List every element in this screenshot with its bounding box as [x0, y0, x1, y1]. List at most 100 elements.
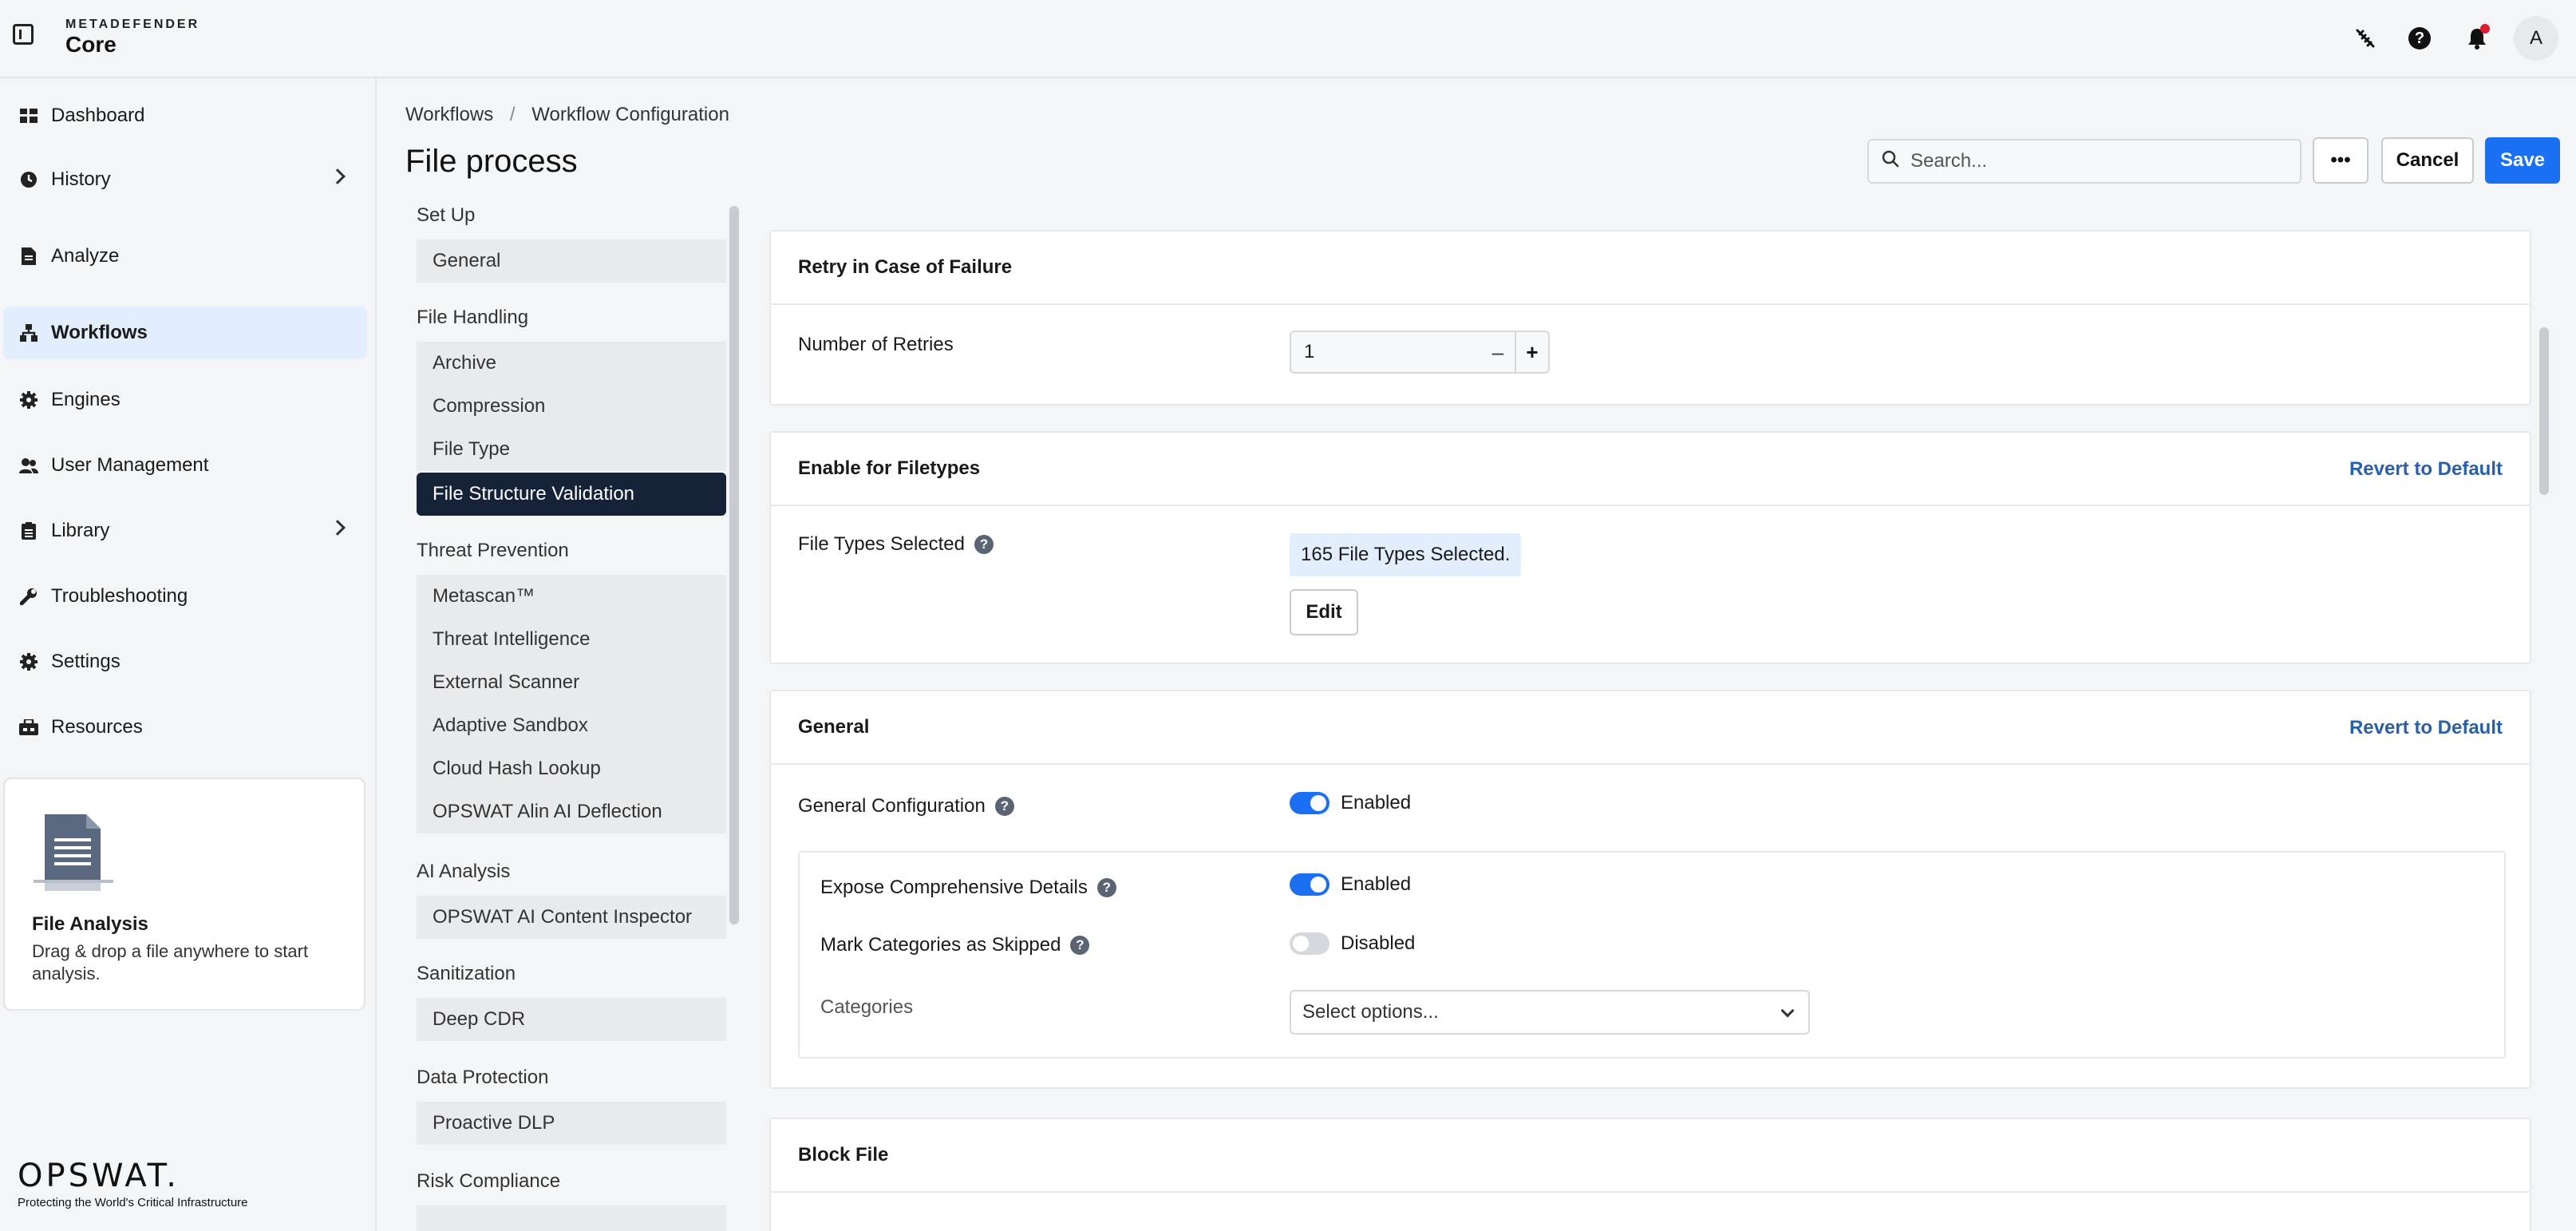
sidebar-item-label: Engines [51, 389, 121, 410]
subnav-item-file-structure-validation[interactable]: File Structure Validation [417, 473, 726, 516]
retry-card-title: Retry in Case of Failure [798, 256, 1013, 278]
block-file-card-header: Block File [771, 1119, 2530, 1193]
sidebar-item-label: User Management [51, 454, 209, 476]
sidebar-item-resources[interactable]: Resources [3, 701, 367, 754]
sidebar: Dashboard History Analyze Workflows Engi… [0, 78, 377, 1231]
subnav-item-archive[interactable]: Archive [417, 342, 726, 385]
sidebar-item-settings[interactable]: Settings [3, 635, 367, 688]
subnav-group-data-protection: Data Protection [417, 1067, 549, 1088]
toggle-switch[interactable] [1290, 932, 1329, 955]
increment-button[interactable]: + [1515, 332, 1548, 372]
sidebar-toggle-icon[interactable] [13, 24, 34, 45]
sidebar-item-engines[interactable]: Engines [3, 374, 367, 426]
workflow-subnav: Set Up General File Handling Archive Com… [405, 198, 741, 1231]
disconnect-icon[interactable] [2349, 22, 2381, 54]
subnav-item-metascan[interactable]: Metascan™ [417, 575, 726, 618]
revert-to-default-link[interactable]: Revert to Default [2349, 458, 2503, 481]
subnav-item-ai-content-inspector[interactable]: OPSWAT AI Content Inspector [417, 896, 726, 939]
sidebar-item-dashboard[interactable]: Dashboard [3, 89, 367, 142]
search-input[interactable] [1910, 150, 2278, 172]
toggle-switch[interactable] [1290, 792, 1329, 814]
breadcrumb: Workflows / Workflow Configuration [405, 104, 741, 126]
categories-text: Categories [820, 996, 914, 1018]
mark-skipped-toggle[interactable]: Disabled [1290, 932, 1415, 955]
page-title: File process [405, 144, 578, 179]
number-of-retries-label: Number of Retries [798, 334, 954, 356]
content-scrollbar[interactable] [2539, 327, 2549, 495]
help-icon[interactable]: ? [1070, 936, 1090, 955]
retries-stepper[interactable]: 1 – + [1290, 331, 1550, 374]
edit-file-types-button[interactable]: Edit [1290, 589, 1358, 635]
gear-icon [19, 652, 38, 671]
general-card-title: General [798, 716, 870, 738]
categories-select[interactable]: Select options... [1290, 990, 1810, 1035]
workflow-icon [19, 323, 38, 342]
more-options-button[interactable]: ••• [2313, 137, 2369, 184]
general-options-box: Expose Comprehensive Details ? Enabled M… [798, 851, 2506, 1059]
subnav-group-risk-compliance: Risk Compliance [417, 1170, 561, 1192]
breadcrumb-workflows[interactable]: Workflows [405, 104, 493, 125]
subnav-item-adaptive-sandbox[interactable]: Adaptive Sandbox [417, 704, 726, 747]
library-icon [19, 521, 38, 540]
resources-icon [19, 718, 38, 737]
avatar[interactable]: A [2514, 16, 2558, 61]
decrement-button[interactable]: – [1481, 332, 1515, 372]
subnav-group-sanitization: Sanitization [417, 963, 516, 984]
subnav-group-file-handling: File Handling [417, 307, 529, 328]
general-configuration-toggle[interactable]: Enabled [1290, 792, 1411, 814]
file-types-count-chip: 165 File Types Selected. [1290, 533, 1522, 576]
subnav-item-proactive-dlp[interactable]: Proactive DLP [417, 1102, 726, 1145]
brand-main: Core [65, 32, 117, 57]
sidebar-item-history[interactable]: History [3, 153, 367, 206]
revert-to-default-link[interactable]: Revert to Default [2349, 717, 2503, 739]
subnav-item-threat-intelligence[interactable]: Threat Intelligence [417, 618, 726, 661]
subnav-item-file-type[interactable]: File Type [417, 428, 726, 471]
subnav-scrollbar[interactable] [729, 206, 739, 924]
help-icon[interactable]: ? [974, 535, 994, 554]
expose-details-text: Expose Comprehensive Details [820, 877, 1088, 898]
general-card-header: General Revert to Default [771, 691, 2530, 765]
sidebar-item-workflows[interactable]: Workflows [3, 307, 367, 359]
search-box[interactable] [1867, 139, 2301, 184]
sidebar-item-library[interactable]: Library [3, 505, 367, 557]
brand-top: METADEFENDER [65, 18, 200, 31]
sidebar-item-label: Troubleshooting [51, 585, 188, 607]
subnav-item-general[interactable]: General [417, 239, 726, 283]
subnav-item-cloud-hash-lookup[interactable]: Cloud Hash Lookup [417, 747, 726, 790]
sidebar-item-troubleshooting[interactable]: Troubleshooting [3, 570, 367, 623]
help-icon[interactable]: ? [2404, 22, 2436, 54]
users-icon [19, 456, 38, 475]
dashboard-icon [19, 106, 38, 125]
subnav-group-setup: Set Up [417, 204, 476, 226]
subnav-item-risk-compliance-first[interactable] [417, 1205, 726, 1231]
toggle-switch[interactable] [1290, 873, 1329, 896]
expose-details-toggle[interactable]: Enabled [1290, 873, 1411, 896]
cancel-button[interactable]: Cancel [2381, 137, 2474, 184]
history-icon [19, 170, 38, 189]
general-card: General Revert to Default General Config… [769, 690, 2531, 1089]
subnav-item-ai-deflection[interactable]: OPSWAT Alin AI Deflection [417, 790, 726, 833]
subnav-item-deep-cdr[interactable]: Deep CDR [417, 998, 726, 1041]
help-icon[interactable]: ? [1096, 878, 1116, 897]
help-icon[interactable]: ? [994, 797, 1014, 816]
breadcrumb-separator: / [509, 104, 516, 125]
sidebar-item-analyze[interactable]: Analyze [3, 230, 367, 283]
sidebar-item-label: Analyze [51, 245, 120, 267]
bell-icon[interactable] [2461, 22, 2493, 54]
save-button[interactable]: Save [2485, 137, 2560, 184]
notification-dot [2480, 24, 2490, 34]
chevron-right-icon [330, 168, 346, 184]
retry-card-header: Retry in Case of Failure [771, 232, 2530, 305]
subnav-item-external-scanner[interactable]: External Scanner [417, 661, 726, 704]
sidebar-item-user-management[interactable]: User Management [3, 439, 367, 492]
toggle-state-label: Enabled [1341, 873, 1412, 895]
document-upload-icon [34, 811, 121, 899]
file-analysis-title: File Analysis [32, 913, 148, 935]
subnav-item-compression[interactable]: Compression [417, 385, 726, 428]
expose-details-label: Expose Comprehensive Details ? [820, 877, 1116, 899]
retries-value[interactable]: 1 [1291, 341, 1481, 363]
sidebar-item-label: Library [51, 520, 110, 541]
toggle-state-label: Disabled [1341, 932, 1416, 954]
file-analysis-card[interactable]: File Analysis Drag & drop a file anywher… [3, 778, 365, 1011]
chevron-right-icon [330, 520, 346, 536]
